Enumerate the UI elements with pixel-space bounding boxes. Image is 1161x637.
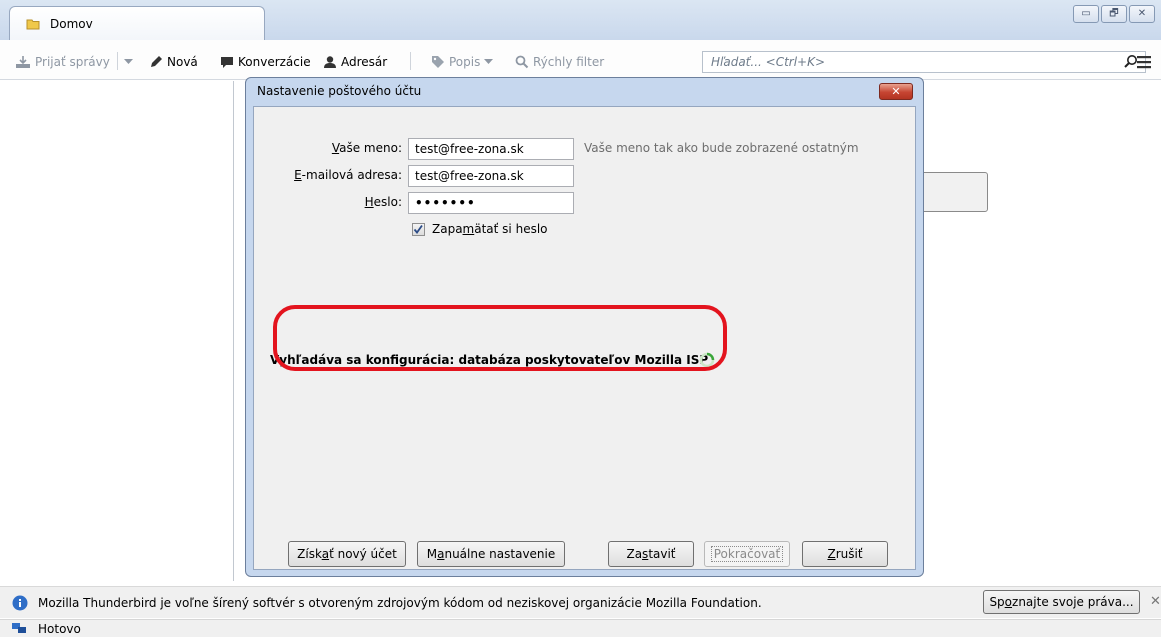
get-mail-dropdown[interactable]	[124, 54, 133, 70]
new-label: Nová	[167, 55, 198, 69]
dialog-close-button[interactable]: ✕	[879, 83, 913, 100]
minimize-button[interactable]: ▭	[1073, 5, 1099, 23]
toolbar-separator	[410, 52, 411, 70]
search-box[interactable]	[702, 51, 1146, 73]
cancel-button[interactable]: Zrušiť	[802, 541, 888, 567]
name-hint: Vaše meno tak ako bude zobrazené ostatný…	[584, 141, 859, 155]
highlight-ring	[273, 305, 727, 371]
tag-label: Popis	[449, 55, 481, 69]
email-row: E-mailová adresa:	[254, 165, 402, 187]
remember-password-checkbox[interactable]	[412, 223, 425, 236]
quick-filter-button[interactable]: Rýchly filter	[515, 54, 604, 70]
tab-home[interactable]: Domov	[9, 6, 265, 40]
chevron-down-icon	[124, 59, 133, 64]
notification-bar: Mozilla Thunderbird je voľne šírený soft…	[0, 586, 1161, 618]
dialog-title: Nastavenie poštového účtu	[257, 84, 422, 98]
address-book-button[interactable]: Adresár	[323, 54, 387, 70]
chat-button[interactable]: Konverzácie	[220, 54, 311, 70]
name-row: Vaše meno:	[254, 138, 402, 160]
quick-filter-label: Rýchly filter	[533, 55, 605, 69]
window-controls: ▭ 🗗 ✕	[1073, 5, 1155, 23]
manual-setup-button[interactable]: Manuálne nastavenie	[417, 541, 565, 567]
toolbar-separator	[117, 52, 118, 70]
title-bar: Domov ▭ 🗗 ✕	[0, 0, 1161, 40]
get-mail-button[interactable]: Prijať správy	[15, 54, 110, 70]
address-book-label: Adresár	[341, 55, 388, 69]
new-message-button[interactable]: Nová	[149, 54, 198, 70]
search-input[interactable]	[709, 54, 1089, 70]
status-bar: Hotovo	[0, 619, 1161, 637]
password-label: Heslo:	[364, 195, 402, 209]
know-your-rights-button[interactable]: Spoznajte svoje práva...	[983, 590, 1140, 614]
continue-button[interactable]: Pokračovať	[704, 541, 790, 567]
chat-label: Konverzácie	[238, 55, 311, 69]
notification-message: Mozilla Thunderbird je voľne šírený soft…	[38, 596, 762, 610]
password-input[interactable]: •••••••	[408, 192, 574, 214]
status-text: Hotovo	[38, 622, 81, 636]
chevron-down-icon	[484, 59, 494, 64]
app-menu-icon[interactable]	[1136, 54, 1152, 70]
folder-pane	[0, 81, 234, 581]
filter-magnifier-icon	[515, 55, 529, 69]
pencil-icon	[151, 56, 162, 67]
name-label: Vaše meno:	[331, 141, 402, 155]
remember-password-label[interactable]: Zapamätať si heslo	[432, 222, 548, 236]
stop-button[interactable]: Zastaviť	[608, 541, 694, 567]
email-input[interactable]	[408, 165, 574, 187]
password-row: Heslo:	[254, 192, 402, 214]
email-label: E-mailová adresa:	[294, 168, 402, 182]
network-status-icon	[12, 623, 26, 633]
folder-icon	[26, 19, 40, 30]
close-window-button[interactable]: ✕	[1129, 5, 1155, 23]
tag-icon	[432, 56, 444, 68]
tab-label: Domov	[50, 17, 93, 31]
download-icon	[16, 56, 30, 68]
get-new-account-button[interactable]: Získať nový účet	[288, 541, 406, 567]
checkmark-icon	[413, 224, 423, 234]
tag-button[interactable]: Popis	[431, 54, 494, 70]
get-mail-label: Prijať správy	[35, 55, 110, 69]
info-icon	[12, 595, 28, 611]
notification-close-icon[interactable]: ✕	[1150, 594, 1161, 609]
restore-button[interactable]: 🗗	[1101, 5, 1127, 23]
person-icon	[324, 56, 336, 68]
name-input[interactable]	[408, 138, 574, 160]
chat-bubble-icon	[221, 57, 233, 68]
